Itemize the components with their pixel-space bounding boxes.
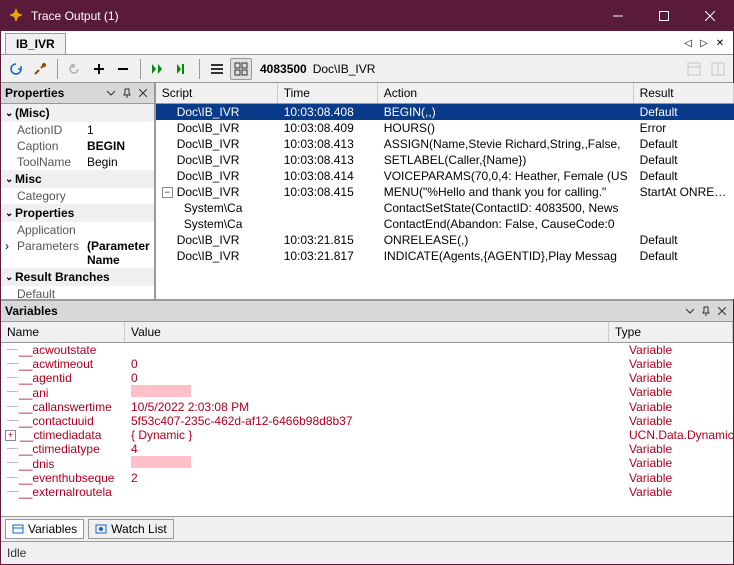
- contact-id: 4083500: [260, 62, 307, 76]
- maximize-button[interactable]: [641, 1, 687, 31]
- trace-row[interactable]: Doc\IB_IVR10:03:08.413SETLABEL(Caller,{N…: [156, 152, 734, 168]
- document-tabbar: IB_IVR ◁ ▷ ✕: [1, 31, 733, 55]
- col-script[interactable]: Script: [156, 83, 278, 103]
- variable-row[interactable]: ┈┈__aniVariable: [1, 385, 733, 400]
- run-icon[interactable]: [147, 58, 169, 80]
- trace-row[interactable]: Doc\IB_IVR10:03:08.413ASSIGN(Name,Stevie…: [156, 136, 734, 152]
- trace-body[interactable]: Doc\IB_IVR10:03:08.408BEGIN(,,)DefaultDo…: [156, 104, 734, 299]
- document-name: Doc\IB_IVR: [313, 62, 376, 76]
- variables-header-row: Name Value Type: [1, 322, 733, 343]
- status-bar: Idle: [1, 541, 733, 564]
- property-row[interactable]: CaptionBEGIN: [1, 138, 154, 154]
- undo-icon[interactable]: [64, 58, 86, 80]
- separator: [57, 59, 58, 79]
- separator: [140, 59, 141, 79]
- trace-row[interactable]: System\CaContactSetState(ContactID: 4083…: [156, 200, 734, 216]
- dropdown-icon[interactable]: [104, 86, 118, 100]
- property-group-header[interactable]: ⌄Result Branches: [1, 268, 154, 286]
- trace-row[interactable]: Doc\IB_IVR10:03:08.414VOICEPARAMS(70,0,4…: [156, 168, 734, 184]
- list-view-icon[interactable]: [206, 58, 228, 80]
- col-type[interactable]: Type: [609, 322, 733, 342]
- step-icon[interactable]: [171, 58, 193, 80]
- variable-row[interactable]: ┈┈__eventhubseque2Variable: [1, 471, 733, 485]
- expand-icon[interactable]: +: [5, 430, 16, 441]
- tree-view-icon[interactable]: [230, 58, 252, 80]
- variable-row[interactable]: ┈┈__ctimediatype4Variable: [1, 442, 733, 456]
- tab-watch-list[interactable]: Watch List: [88, 519, 174, 539]
- variable-row[interactable]: ┈┈__callanswertime10/5/2022 2:03:08 PMVa…: [1, 400, 733, 414]
- property-group-header[interactable]: ⌄Misc: [1, 170, 154, 188]
- tab-prev-icon[interactable]: ◁: [681, 37, 695, 51]
- dropdown-icon[interactable]: [683, 304, 697, 318]
- properties-panel: Properties ⌄(Misc)ActionID1CaptionBEGINT…: [1, 83, 156, 299]
- close-panel-icon[interactable]: [136, 86, 150, 100]
- bottom-tabs: Variables Watch List: [1, 516, 733, 541]
- property-group-header[interactable]: ⌄(Misc): [1, 104, 154, 122]
- col-time[interactable]: Time: [278, 83, 378, 103]
- layout1-icon[interactable]: [683, 58, 705, 80]
- collapse-icon[interactable]: −: [162, 187, 173, 198]
- pin-icon[interactable]: [120, 86, 134, 100]
- trace-header-row: Script Time Action Result: [156, 83, 734, 104]
- app-icon: [9, 8, 25, 24]
- trace-row[interactable]: −Doc\IB_IVR10:03:08.415MENU("%Hello and …: [156, 184, 734, 200]
- variables-header: Variables: [1, 301, 733, 322]
- layout2-icon[interactable]: [707, 58, 729, 80]
- watch-icon: [95, 523, 107, 535]
- property-row[interactable]: ActionID1: [1, 122, 154, 138]
- property-row[interactable]: Application: [1, 222, 154, 238]
- toolbar: 4083500 Doc\IB_IVR: [1, 55, 733, 83]
- properties-header: Properties: [1, 83, 154, 104]
- trace-row[interactable]: Doc\IB_IVR10:03:08.408BEGIN(,,)Default: [156, 104, 734, 120]
- col-action[interactable]: Action: [378, 83, 634, 103]
- add-icon[interactable]: [88, 58, 110, 80]
- property-row[interactable]: Default: [1, 286, 154, 299]
- variables-panel: Variables Name Value Type ┈┈__acwoutstat…: [1, 301, 733, 541]
- minimize-button[interactable]: [595, 1, 641, 31]
- remove-icon[interactable]: [112, 58, 134, 80]
- property-group-header[interactable]: ⌄Properties: [1, 204, 154, 222]
- trace-row[interactable]: Doc\IB_IVR10:03:08.409HOURS()Error: [156, 120, 734, 136]
- titlebar: Trace Output (1): [1, 1, 733, 31]
- variable-row[interactable]: ┈┈__agentid0Variable: [1, 371, 733, 385]
- property-row[interactable]: Category: [1, 188, 154, 204]
- refresh-icon[interactable]: [5, 58, 27, 80]
- col-result[interactable]: Result: [634, 83, 734, 103]
- trace-row[interactable]: Doc\IB_IVR10:03:21.815ONRELEASE(,)Defaul…: [156, 232, 734, 248]
- properties-body[interactable]: ⌄(Misc)ActionID1CaptionBEGINToolNameBegi…: [1, 104, 154, 299]
- col-name[interactable]: Name: [1, 322, 125, 342]
- variables-icon: [12, 523, 24, 535]
- close-button[interactable]: [687, 1, 733, 31]
- trace-row[interactable]: System\CaContactEnd(Abandon: False, Caus…: [156, 216, 734, 232]
- properties-title: Properties: [5, 86, 64, 100]
- property-row[interactable]: ToolNameBegin: [1, 154, 154, 170]
- variables-body[interactable]: ┈┈__acwoutstateVariable┈┈__acwtimeout0Va…: [1, 343, 733, 516]
- separator: [199, 59, 200, 79]
- status-text: Idle: [7, 546, 26, 560]
- variable-row[interactable]: ┈┈__acwoutstateVariable: [1, 343, 733, 357]
- variable-row[interactable]: ┈┈__externalroutelaVariable: [1, 485, 733, 499]
- property-row[interactable]: ›Parameters(Parameter Name: [1, 238, 154, 268]
- variable-row[interactable]: +__ctimediadata{ Dynamic }UCN.Data.Dynam…: [1, 428, 733, 442]
- variable-row[interactable]: ┈┈__dnisVariable: [1, 456, 733, 471]
- window-title: Trace Output (1): [31, 9, 595, 23]
- close-panel-icon[interactable]: [715, 304, 729, 318]
- tab-variables[interactable]: Variables: [5, 519, 84, 539]
- trace-panel: Script Time Action Result Doc\IB_IVR10:0…: [156, 83, 734, 299]
- variable-row[interactable]: ┈┈__contactuuid5f53c407-235c-462d-af12-6…: [1, 414, 733, 428]
- tab-next-icon[interactable]: ▷: [697, 37, 711, 51]
- tab-ib-ivr[interactable]: IB_IVR: [5, 33, 66, 54]
- pin-icon[interactable]: [699, 304, 713, 318]
- variable-row[interactable]: ┈┈__acwtimeout0Variable: [1, 357, 733, 371]
- tab-close-icon[interactable]: ✕: [713, 37, 727, 51]
- variables-title: Variables: [5, 304, 58, 318]
- trace-row[interactable]: Doc\IB_IVR10:03:21.817INDICATE(Agents,{A…: [156, 248, 734, 264]
- col-value[interactable]: Value: [125, 322, 609, 342]
- tools-icon[interactable]: [29, 58, 51, 80]
